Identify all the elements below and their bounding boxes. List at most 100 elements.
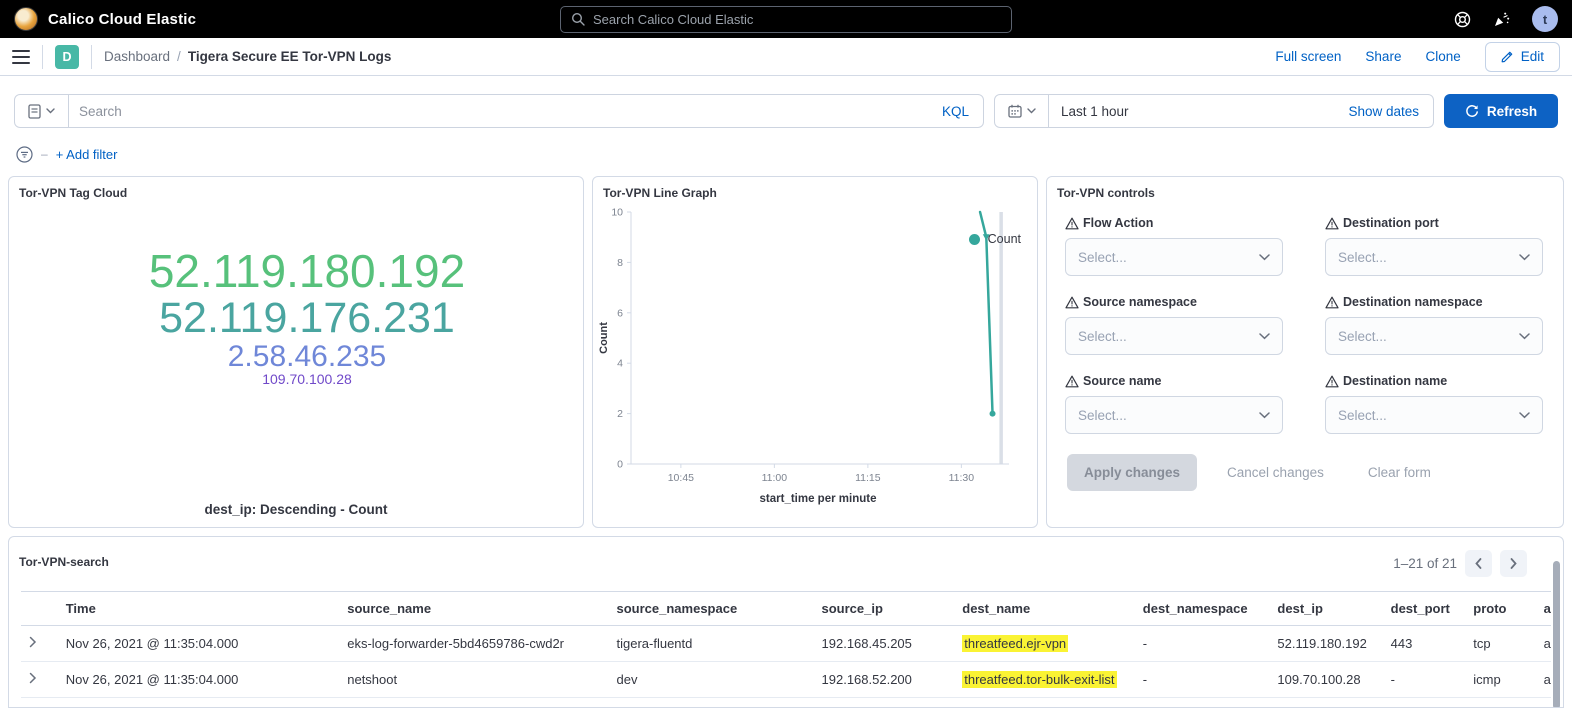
cell-source_namespace: dev [609, 662, 814, 698]
control-select[interactable]: Select... [1325, 396, 1543, 434]
select-placeholder: Select... [1338, 408, 1387, 423]
kql-search-box: KQL [14, 94, 984, 128]
tag-cloud-term[interactable]: 52.119.176.231 [159, 296, 455, 341]
dashboard-badge[interactable]: D [55, 45, 79, 69]
show-dates-button[interactable]: Show dates [1348, 104, 1433, 119]
cell-dest_port: 443 [1383, 626, 1466, 662]
column-header[interactable]: source_ip [814, 592, 955, 626]
column-header[interactable]: action [1536, 592, 1551, 626]
expand-row-button[interactable] [29, 672, 37, 684]
column-header[interactable]: proto [1465, 592, 1535, 626]
announcements-icon[interactable] [1493, 11, 1510, 28]
cell-action: allow [1536, 662, 1551, 698]
next-page-button[interactable] [1500, 550, 1527, 577]
search-table-title: Tor-VPN-search [9, 546, 1563, 569]
search-input[interactable] [69, 104, 942, 119]
full-screen-link[interactable]: Full screen [1275, 49, 1341, 64]
global-search[interactable] [560, 6, 1012, 33]
control-field-label: Destination port [1325, 216, 1543, 230]
cell-source_name: netshoot [339, 662, 608, 698]
menu-icon[interactable] [12, 50, 30, 64]
filter-circle-icon[interactable] [16, 146, 33, 163]
controls-buttons: Apply changes Cancel changes Clear form [1047, 434, 1563, 511]
breadcrumb-dashboard[interactable]: Dashboard [104, 49, 170, 64]
control-select[interactable]: Select... [1065, 396, 1283, 434]
svg-text:8: 8 [617, 257, 623, 269]
chevron-down-icon [1519, 412, 1530, 419]
cell-source_namespace: dev [609, 698, 814, 709]
table-scrollbar[interactable] [1553, 561, 1560, 708]
highlighted-dest-name[interactable]: threatfeed.tor-bulk-exit-list [962, 671, 1116, 688]
calico-logo[interactable] [14, 7, 38, 31]
clear-form-button[interactable]: Clear form [1354, 454, 1445, 491]
column-header[interactable]: source_namespace [609, 592, 814, 626]
kql-button[interactable]: KQL [942, 104, 983, 119]
chevron-down-icon [1519, 254, 1530, 261]
saved-query-menu-button[interactable] [15, 95, 69, 127]
table-body: Nov 26, 2021 @ 11:35:04.000eks-log-forwa… [21, 626, 1551, 709]
highlighted-dest-name[interactable]: threatfeed.tor-bulk-exit-list [962, 707, 1116, 708]
column-header[interactable]: dest_ip [1269, 592, 1382, 626]
tag-cloud-tags: 52.119.180.19252.119.176.2312.58.46.2351… [9, 248, 583, 386]
column-header[interactable]: dest_name [954, 592, 1135, 626]
help-icon[interactable] [1454, 11, 1471, 28]
highlighted-dest-name[interactable]: threatfeed.ejr-vpn [962, 635, 1068, 652]
add-filter-button[interactable]: + Add filter [56, 147, 118, 162]
panel-tag-cloud: Tor-VPN Tag Cloud 52.119.180.19252.119.1… [8, 176, 584, 528]
legend-label: Count [988, 232, 1021, 246]
control-label-text: Destination port [1343, 216, 1439, 230]
refresh-button[interactable]: Refresh [1444, 94, 1558, 128]
date-quick-menu-button[interactable] [995, 95, 1049, 127]
svg-text:11:00: 11:00 [762, 472, 788, 484]
apply-changes-button[interactable]: Apply changes [1067, 454, 1197, 491]
cancel-changes-button[interactable]: Cancel changes [1213, 454, 1338, 491]
cell-source_namespace: tigera-fluentd [609, 626, 814, 662]
control-select[interactable]: Select... [1325, 238, 1543, 276]
cell-time: Nov 26, 2021 @ 11:35:04.000 [58, 662, 340, 698]
dashboard-panels: Tor-VPN Tag Cloud 52.119.180.19252.119.1… [0, 168, 1572, 536]
chart-legend[interactable]: Count [969, 232, 1021, 246]
control-label-text: Source name [1083, 374, 1162, 388]
cell-dest_namespace: - [1135, 662, 1270, 698]
global-search-input[interactable] [593, 12, 1001, 27]
share-link[interactable]: Share [1365, 49, 1401, 64]
warning-icon [1325, 375, 1339, 388]
pagination: 1–21 of 21 [1393, 550, 1527, 577]
svg-text:0: 0 [617, 459, 623, 471]
tag-cloud-term[interactable]: 109.70.100.28 [262, 372, 352, 387]
column-header[interactable]: dest_port [1383, 592, 1466, 626]
control-field: Source name Select... [1065, 374, 1283, 434]
control-select[interactable]: Select... [1325, 317, 1543, 355]
tag-cloud-term[interactable]: 2.58.46.235 [228, 341, 386, 372]
table-row: Nov 26, 2021 @ 11:35:04.000eks-log-forwa… [21, 626, 1551, 662]
edit-button[interactable]: Edit [1485, 42, 1560, 72]
clone-link[interactable]: Clone [1425, 49, 1460, 64]
panel-controls: Tor-VPN controls Flow ActionSelect...Des… [1046, 176, 1564, 528]
line-chart[interactable]: 024681010:4511:0011:1511:30Countstart_ti… [597, 204, 1021, 510]
legend-dot [969, 234, 980, 245]
controls-grid: Flow ActionSelect...Destination portSele… [1047, 200, 1563, 434]
control-field: Source namespace Select... [1065, 295, 1283, 355]
controls-title: Tor-VPN controls [1047, 177, 1563, 200]
control-select[interactable]: Select... [1065, 238, 1283, 276]
tag-cloud-term[interactable]: 52.119.180.192 [149, 248, 465, 296]
control-select[interactable]: Select... [1065, 317, 1283, 355]
table-row: Nov 26, 2021 @ 11:34:54.000netshootdev19… [21, 698, 1551, 709]
column-header[interactable]: dest_namespace [1135, 592, 1270, 626]
panel-line-graph: Tor-VPN Line Graph 024681010:4511:0011:1… [592, 176, 1038, 528]
user-avatar[interactable]: t [1532, 6, 1558, 32]
warning-icon [1065, 296, 1079, 309]
cell-dest_namespace: - [1135, 698, 1270, 709]
cell-source_ip: 192.168.52.200 [814, 698, 955, 709]
breadcrumb-separator: / [177, 49, 181, 64]
col-expand [21, 592, 58, 626]
column-header[interactable]: source_name [339, 592, 608, 626]
time-range-value[interactable]: Last 1 hour [1049, 104, 1348, 119]
warning-icon [1065, 375, 1079, 388]
edit-button-label: Edit [1521, 49, 1544, 64]
prev-page-button[interactable] [1465, 550, 1492, 577]
column-header[interactable]: Time [58, 592, 340, 626]
control-field-label: Source namespace [1065, 295, 1283, 309]
expand-row-button[interactable] [29, 636, 37, 648]
search-icon [571, 12, 585, 26]
